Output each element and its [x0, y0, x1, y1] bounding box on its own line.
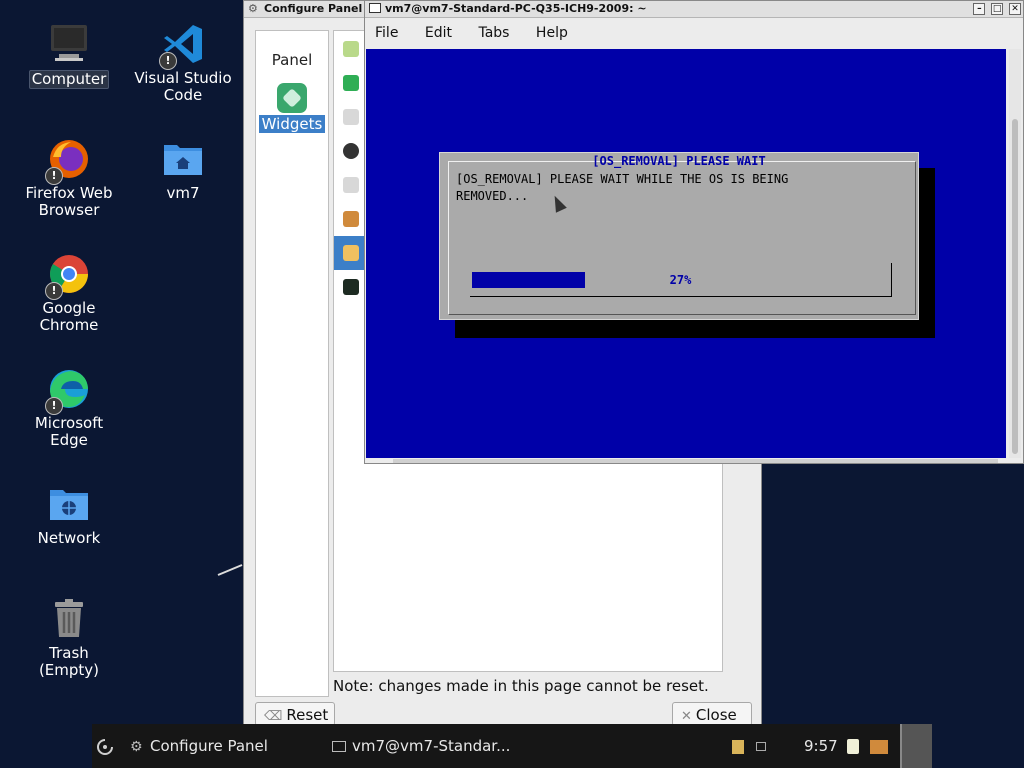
terminal-window: vm7@vm7-Standard-PC-Q35-ICH9-2009: ~ – □…	[364, 0, 1024, 464]
progress-label: 27%	[669, 273, 692, 287]
task-terminal[interactable]: vm7@vm7-Standar...	[332, 724, 510, 768]
desktop-icon-vm7-folder[interactable]: vm7	[131, 137, 235, 202]
close-button-label: Close	[695, 706, 737, 724]
puzzle-icon	[277, 83, 307, 113]
desktop-icon-label: (Empty)	[38, 661, 100, 679]
dialog-message-line: REMOVED...	[456, 189, 529, 203]
sidebar-item-label: Widgets	[259, 115, 325, 133]
task-label: Configure Panel	[150, 737, 268, 755]
close-window-button[interactable]: ✕	[1009, 3, 1021, 15]
desktop-icon-label: Computer	[28, 70, 110, 89]
tray-clipboard-icon[interactable]	[847, 724, 865, 768]
please-wait-dialog: [OS_REMOVAL] PLEASE WAIT [OS_REMOVAL] PL…	[439, 152, 919, 320]
scrollbar-thumb[interactable]	[1012, 119, 1018, 454]
desktop-icon-label: vm7	[166, 184, 200, 202]
firefox-icon: !	[45, 137, 91, 185]
taskbar: ⚙ Configure Panel vm7@vm7-Standar... 9:57	[92, 724, 932, 768]
widget-icon-spacer-2[interactable]	[343, 177, 359, 193]
clock[interactable]: 9:57	[804, 724, 838, 768]
widget-icon-spacer[interactable]	[343, 109, 359, 125]
widget-icon-note[interactable]	[343, 41, 359, 57]
menu-tabs[interactable]: Tabs	[478, 25, 509, 41]
window-title: vm7@vm7-Standard-PC-Q35-ICH9-2009: ~	[385, 2, 647, 15]
desktop-icon-vscode[interactable]: ! Visual Studio Code	[131, 22, 235, 104]
desktop-icon-label: Browser	[38, 201, 100, 219]
warning-badge-icon: !	[45, 282, 63, 300]
terminal-scrollbar[interactable]	[1009, 49, 1021, 458]
settings-icon: ⚙	[130, 738, 143, 755]
clock-widget-icon[interactable]	[343, 143, 359, 159]
widget-icon-taskbar[interactable]	[343, 211, 359, 227]
desktop-icon-computer[interactable]: Computer	[17, 22, 121, 89]
warning-badge-icon: !	[159, 52, 177, 70]
sidebar-item-label: Panel	[271, 51, 313, 69]
clipboard-icon	[847, 739, 859, 754]
widget-icon-selected	[343, 245, 359, 261]
terminal-titlebar[interactable]: vm7@vm7-Standard-PC-Q35-ICH9-2009: ~ – □…	[365, 1, 1023, 18]
maximize-button[interactable]: □	[991, 3, 1004, 15]
desktop-icon-label: Trash	[49, 644, 89, 662]
computer-icon	[47, 22, 91, 66]
chrome-icon: !	[45, 252, 91, 300]
tray-package-icon[interactable]	[732, 724, 750, 768]
progress-gauge: 27%	[470, 263, 892, 297]
configure-panel-sidebar: Panel Widgets	[255, 30, 329, 697]
package-icon	[732, 739, 744, 754]
reset-icon: ⌫	[264, 709, 283, 724]
desktop-icon-label: Network	[37, 529, 101, 547]
terminal-icon	[369, 3, 381, 13]
settings-icon: ⚙	[248, 2, 258, 15]
app-menu-button[interactable]	[96, 724, 118, 768]
widget-icon-add[interactable]	[343, 75, 359, 91]
vscode-icon: !	[159, 22, 205, 70]
reset-note: Note: changes made in this page cannot b…	[333, 677, 709, 695]
home-folder-icon	[161, 137, 205, 181]
menu-file[interactable]: File	[375, 25, 398, 41]
desktop-icon-label: Edge	[50, 431, 88, 449]
desktop-icon-chrome[interactable]: ! Google Chrome	[17, 252, 121, 334]
sidebar-item-widgets[interactable]: Widgets	[259, 83, 325, 133]
dialog-message: [OS_REMOVAL] PLEASE WAIT WHILE THE OS IS…	[456, 171, 896, 205]
desktop-icon-label: Visual Studio	[134, 69, 232, 87]
desktop-icon-label: Firefox Web	[25, 184, 113, 202]
stray-line	[217, 564, 243, 576]
tray-network-icon[interactable]	[756, 724, 772, 768]
panel-icon	[870, 739, 888, 754]
trash-icon	[47, 597, 91, 641]
terminal-menubar: File Edit Tabs Help	[365, 18, 1023, 48]
desktop-icon-label: Chrome	[39, 316, 99, 334]
desktop-icon-trash[interactable]: Trash (Empty)	[17, 597, 121, 679]
terminal-icon	[332, 741, 346, 752]
desktop-icon-firefox[interactable]: ! Firefox Web Browser	[17, 137, 121, 219]
warning-badge-icon: !	[45, 167, 63, 185]
sidebar-item-panel[interactable]: Panel	[259, 51, 325, 69]
menu-help[interactable]: Help	[536, 25, 568, 41]
terminal-screen[interactable]: [OS_REMOVAL] PLEASE WAIT [OS_REMOVAL] PL…	[366, 49, 1006, 458]
tray-widget-icon[interactable]	[870, 724, 894, 768]
menu-edit[interactable]: Edit	[425, 25, 452, 41]
close-button[interactable]: ✕ Close	[672, 702, 752, 726]
network-icon	[756, 742, 766, 751]
reset-button[interactable]: ⌫ Reset	[255, 702, 335, 726]
desktop-switcher[interactable]	[900, 724, 932, 768]
app-launcher-icon	[97, 738, 113, 755]
desktop-icon-label: Microsoft	[34, 414, 104, 432]
dialog-message-line: [OS_REMOVAL] PLEASE WAIT WHILE THE OS IS…	[456, 172, 789, 186]
warning-badge-icon: !	[45, 397, 63, 415]
task-configure-panel[interactable]: ⚙ Configure Panel	[130, 724, 268, 768]
desktop-icon-network[interactable]: Network	[17, 482, 121, 547]
edge-icon: !	[45, 367, 91, 415]
minimize-button[interactable]: –	[973, 3, 986, 15]
desktop-icon-label: Code	[163, 86, 203, 104]
window-title: Configure Panel	[264, 2, 363, 15]
desktop-icon-label: Google	[42, 299, 96, 317]
desktop-icon-edge[interactable]: ! Microsoft Edge	[17, 367, 121, 449]
dialog-title: [OS_REMOVAL] PLEASE WAIT	[592, 154, 766, 168]
terminal-widget-icon[interactable]	[343, 279, 359, 295]
network-folder-icon	[47, 482, 91, 526]
close-icon: ✕	[681, 709, 692, 724]
task-label: vm7@vm7-Standar...	[352, 737, 511, 755]
terminal-resize-bar	[393, 459, 998, 463]
reset-button-label: Reset	[286, 706, 329, 724]
